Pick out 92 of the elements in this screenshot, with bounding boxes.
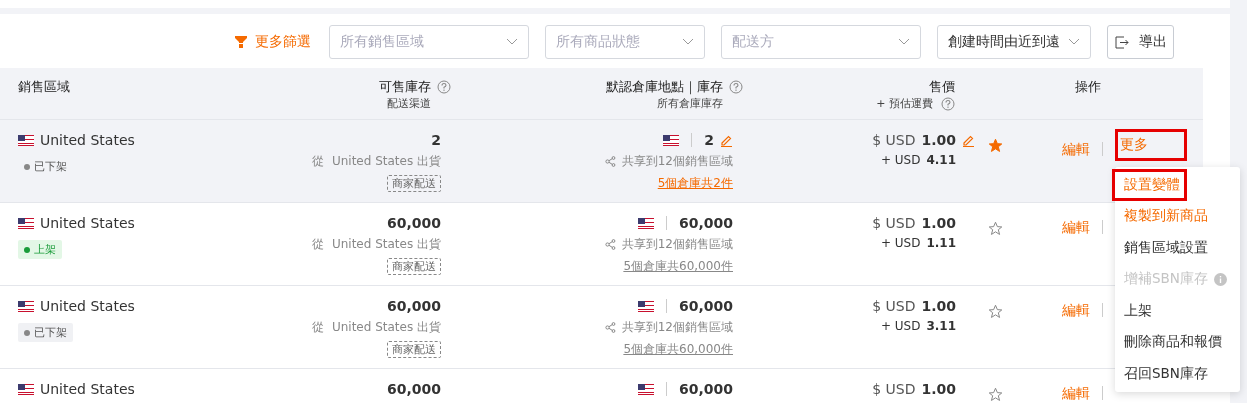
channel-tag: 商家配送 — [387, 175, 441, 192]
us-flag-icon — [18, 383, 34, 395]
price-amount: 1.00 — [921, 132, 956, 148]
edit-link[interactable]: 編輯 — [1062, 385, 1090, 401]
ship-from-text: 從 United States 出貨 — [312, 153, 441, 170]
chevron-down-icon — [506, 38, 518, 46]
price-currency: $ USD — [872, 381, 916, 397]
warehouses-link[interactable]: 5個倉庫共2件 — [657, 175, 733, 192]
star-icon[interactable] — [987, 387, 1003, 402]
help-icon[interactable] — [941, 96, 955, 111]
stock-count: 60,000 — [386, 215, 441, 231]
status-tag: 上架 — [18, 240, 62, 259]
edit-link[interactable]: 編輯 — [1062, 302, 1090, 318]
stock-count: 2 — [431, 132, 441, 148]
share-icon — [604, 322, 616, 333]
channel-tag: 商家配送 — [387, 258, 441, 275]
menu-item[interactable]: 設置變體 — [1112, 169, 1187, 201]
column-subheader: + 預估運費 — [876, 96, 933, 111]
warehouse-stock: 60,000 — [678, 298, 733, 314]
menu-item[interactable]: 召回SBN庫存 — [1112, 358, 1215, 390]
edit-icon[interactable] — [720, 133, 733, 147]
column-header: 銷售區域 — [18, 78, 70, 96]
column-header: 操作 — [1075, 78, 1101, 96]
us-flag-icon — [663, 134, 680, 146]
menu-item[interactable]: 上架 — [1112, 295, 1159, 327]
more-filters-button[interactable]: 更多篩選 — [235, 33, 311, 51]
chevron-down-icon — [682, 38, 694, 46]
export-icon — [1114, 35, 1129, 49]
region-name: United States — [40, 381, 135, 397]
ship-from-text: 從 United States 出貨 — [312, 319, 441, 336]
price-currency: $ USD — [872, 215, 916, 231]
region-name: United States — [40, 132, 135, 148]
status-tag: 已下架 — [18, 323, 73, 342]
star-icon[interactable] — [987, 304, 1003, 319]
more-link[interactable]: 更多 — [1115, 129, 1187, 161]
menu-item[interactable]: 刪除商品和報價 — [1112, 326, 1229, 358]
warehouse-stock: 2 — [704, 132, 714, 148]
edit-link[interactable]: 編輯 — [1062, 219, 1090, 235]
column-header: 默認倉庫地點｜庫存 — [606, 78, 723, 96]
warehouse-stock: 60,000 — [678, 215, 733, 231]
column-header: 可售庫存 — [379, 78, 431, 96]
shipping-currency: + USD — [880, 319, 921, 333]
warehouses-link[interactable]: 5個倉庫共60,000件 — [623, 258, 733, 275]
export-button[interactable]: 導出 — [1107, 25, 1174, 59]
shipping-currency: + USD — [880, 153, 921, 167]
chevron-down-icon — [1068, 38, 1080, 46]
filter-icon — [235, 36, 247, 48]
status-tag: 已下架 — [18, 157, 73, 176]
help-icon[interactable] — [729, 80, 743, 94]
help-icon[interactable] — [437, 80, 451, 94]
star-icon[interactable] — [987, 138, 1003, 153]
us-flag-icon — [18, 300, 34, 312]
shared-regions-text: 共享到12個銷售區域 — [621, 153, 733, 170]
shipping-amount: 4.11 — [926, 153, 956, 167]
chevron-down-icon — [898, 38, 910, 46]
menu-item[interactable]: 複製到新商品 — [1112, 200, 1215, 232]
column-subheader: 所有倉庫庫存 — [657, 96, 723, 111]
edit-link[interactable]: 編輯 — [1062, 140, 1090, 157]
us-flag-icon — [18, 217, 34, 229]
region-name: United States — [40, 215, 135, 231]
us-flag-icon — [637, 217, 654, 229]
us-flag-icon — [18, 134, 34, 146]
share-icon — [604, 239, 616, 250]
ship-from-text: 從 United States 出貨 — [312, 236, 441, 253]
us-flag-icon — [637, 300, 654, 312]
warehouses-link[interactable]: 5個倉庫共60,000件 — [623, 341, 733, 358]
price-amount: 1.00 — [921, 298, 956, 314]
price-amount: 1.00 — [921, 381, 956, 397]
select-field[interactable]: 配送方 — [721, 25, 921, 59]
column-subheader: 配送渠道 — [387, 96, 431, 111]
shared-regions-text: 共享到12個銷售區域 — [621, 319, 733, 336]
edit-icon[interactable] — [962, 133, 975, 147]
stock-count: 60,000 — [386, 298, 441, 314]
share-icon — [604, 156, 616, 167]
shipping-currency: + USD — [880, 236, 921, 250]
us-flag-icon — [637, 383, 654, 395]
select-field[interactable]: 創建時間由近到遠 — [937, 25, 1091, 59]
select-field[interactable]: 所有銷售區域 — [329, 25, 529, 59]
price-currency: $ USD — [872, 298, 916, 314]
region-name: United States — [40, 298, 135, 314]
price-amount: 1.00 — [921, 215, 956, 231]
menu-item[interactable]: 銷售區域設置 — [1112, 232, 1215, 264]
column-header: 售價 — [929, 78, 955, 96]
channel-tag: 商家配送 — [387, 341, 441, 358]
shipping-amount: 1.11 — [926, 236, 956, 250]
shipping-amount: 3.11 — [926, 319, 956, 333]
shared-regions-text: 共享到12個銷售區域 — [621, 236, 733, 253]
price-currency: $ USD — [872, 132, 916, 148]
star-icon[interactable] — [987, 221, 1003, 236]
stock-count: 60,000 — [386, 381, 441, 397]
select-field[interactable]: 所有商品狀態 — [545, 25, 705, 59]
warehouse-stock: 60,000 — [678, 381, 733, 397]
